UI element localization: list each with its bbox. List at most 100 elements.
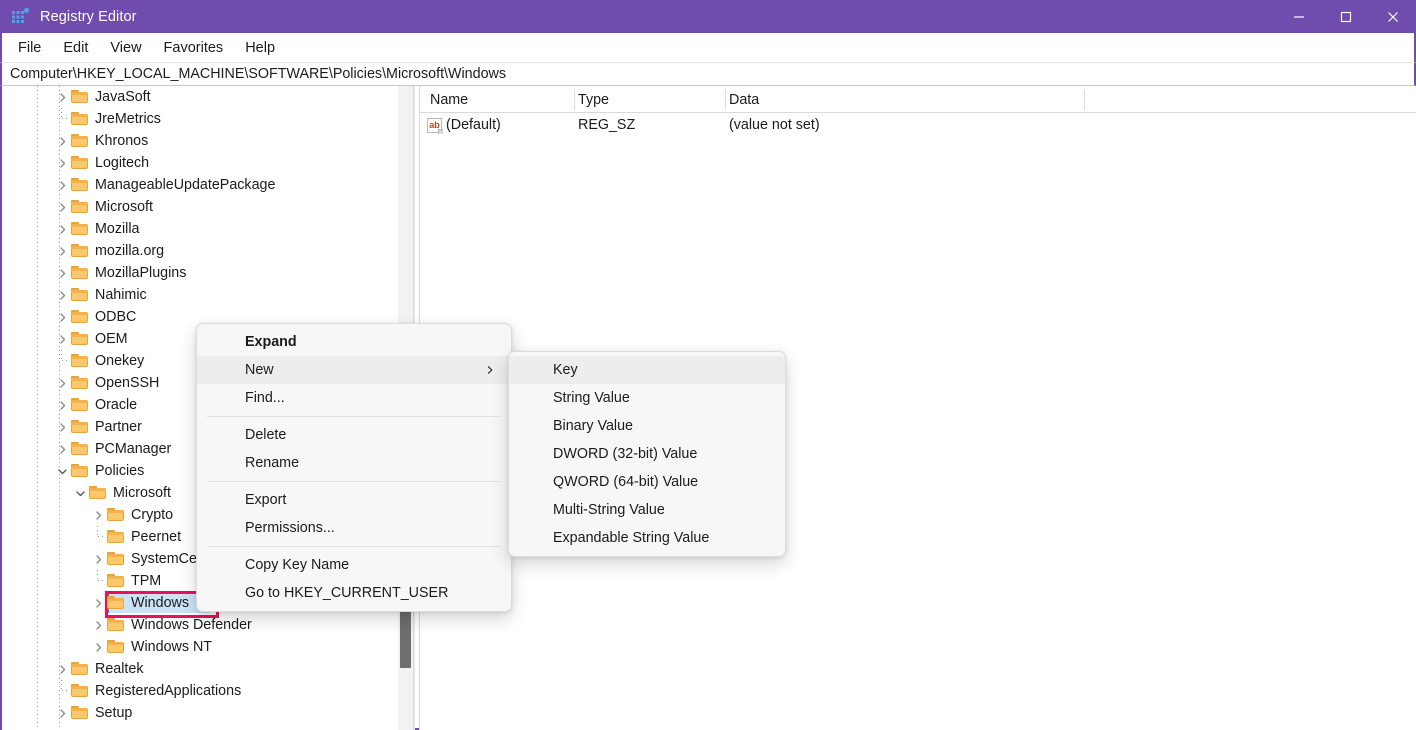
- tree-item[interactable]: JreMetrics: [2, 108, 398, 130]
- chevron-right-icon[interactable]: [54, 416, 70, 438]
- context-menu-item-find[interactable]: Find...: [197, 384, 511, 412]
- value-name-label: (Default): [446, 117, 501, 133]
- context-menu-item-rename[interactable]: Rename: [197, 449, 511, 477]
- address-input[interactable]: Computer\HKEY_LOCAL_MACHINE\SOFTWARE\Pol…: [10, 66, 506, 82]
- tree-item-label: TPM: [131, 573, 162, 589]
- column-divider[interactable]: [574, 89, 575, 110]
- tree-item-label: Windows NT: [131, 639, 213, 655]
- maximize-icon[interactable]: [1322, 0, 1369, 33]
- chevron-down-icon[interactable]: [72, 482, 88, 504]
- menu-separator: [207, 546, 501, 547]
- menu-separator: [207, 481, 501, 482]
- column-header-row: Name Type Data: [420, 86, 1416, 113]
- chevron-right-icon[interactable]: [54, 702, 70, 724]
- value-type-cell: REG_SZ: [578, 117, 636, 133]
- tree-item[interactable]: Mozilla: [2, 218, 398, 240]
- context-menu-item-expand[interactable]: Expand: [197, 328, 511, 356]
- menu-item-view[interactable]: View: [101, 37, 150, 59]
- context-menu-item-go-to-hkey-current-user[interactable]: Go to HKEY_CURRENT_USER: [197, 579, 511, 607]
- column-divider[interactable]: [1084, 89, 1085, 110]
- chevron-right-icon[interactable]: [90, 636, 106, 658]
- folder-icon: [70, 306, 90, 328]
- chevron-right-icon[interactable]: [90, 614, 106, 636]
- registry-editor-icon: [11, 7, 29, 26]
- folder-icon: [70, 328, 90, 350]
- tree-item-label: Windows Defender: [131, 617, 252, 633]
- tree-item-label: Nahimic: [95, 287, 147, 303]
- column-header-name[interactable]: Name: [430, 86, 468, 113]
- chevron-right-icon[interactable]: [54, 218, 70, 240]
- menu-item-favorites[interactable]: Favorites: [155, 37, 233, 59]
- tree-item[interactable]: Realtek: [2, 658, 398, 680]
- string-value-icon: ab: [427, 117, 443, 134]
- tree-item[interactable]: Windows NT: [2, 636, 398, 658]
- chevron-right-icon[interactable]: [54, 174, 70, 196]
- chevron-right-icon[interactable]: [90, 504, 106, 526]
- folder-icon: [70, 658, 90, 680]
- chevron-right-icon[interactable]: [54, 658, 70, 680]
- context-menu-item-copy-key-name[interactable]: Copy Key Name: [197, 551, 511, 579]
- chevron-right-icon[interactable]: [90, 548, 106, 570]
- tree-item[interactable]: MozillaPlugins: [2, 262, 398, 284]
- tree-item-label: Microsoft: [113, 485, 171, 501]
- value-data-cell: (value not set): [729, 117, 820, 133]
- tree-scrollbar-thumb[interactable]: [400, 610, 411, 668]
- close-icon[interactable]: [1369, 0, 1416, 33]
- menu-item-edit[interactable]: Edit: [54, 37, 97, 59]
- chevron-right-icon[interactable]: [54, 240, 70, 262]
- chevron-right-icon[interactable]: [54, 328, 70, 350]
- column-divider[interactable]: [725, 89, 726, 110]
- chevron-right-icon[interactable]: [54, 262, 70, 284]
- chevron-right-icon[interactable]: [54, 196, 70, 218]
- context-menu-item-label: Delete: [245, 427, 287, 443]
- tree-item[interactable]: ManageableUpdatePackage: [2, 174, 398, 196]
- folder-icon: [70, 702, 90, 724]
- context-menu-item-delete[interactable]: Delete: [197, 421, 511, 449]
- tree-connector: [90, 570, 106, 592]
- chevron-right-icon[interactable]: [54, 372, 70, 394]
- context-menu-item-export[interactable]: Export: [197, 486, 511, 514]
- chevron-right-icon[interactable]: [54, 86, 70, 108]
- tree-item[interactable]: Windows Defender: [2, 614, 398, 636]
- chevron-right-icon[interactable]: [54, 152, 70, 174]
- submenu-item-multi-string-value[interactable]: Multi-String Value: [509, 496, 785, 524]
- chevron-right-icon[interactable]: [54, 306, 70, 328]
- chevron-right-icon[interactable]: [54, 130, 70, 152]
- tree-item-label: Windows: [131, 595, 189, 611]
- submenu-item-string-value[interactable]: String Value: [509, 384, 785, 412]
- chevron-right-icon[interactable]: [54, 438, 70, 460]
- chevron-right-icon[interactable]: [90, 592, 106, 614]
- tree-item-label: Setup: [95, 705, 133, 721]
- minimize-icon[interactable]: [1275, 0, 1322, 33]
- submenu-item-expandable-string-value[interactable]: Expandable String Value: [509, 524, 785, 552]
- context-menu-item-permissions[interactable]: Permissions...: [197, 514, 511, 542]
- value-name-cell[interactable]: ab (Default): [427, 117, 501, 134]
- menu-item-file[interactable]: File: [9, 37, 50, 59]
- submenu-item-qword-64-bit-value[interactable]: QWORD (64-bit) Value: [509, 468, 785, 496]
- tree-item[interactable]: Microsoft: [2, 196, 398, 218]
- tree-item[interactable]: Logitech: [2, 152, 398, 174]
- submenu-item-key[interactable]: Key: [509, 356, 785, 384]
- tree-connector: [54, 108, 70, 130]
- tree-item[interactable]: JavaSoft: [2, 86, 398, 108]
- context-menu-item-label: Copy Key Name: [245, 557, 350, 573]
- menu-item-help[interactable]: Help: [236, 37, 284, 59]
- tree-item[interactable]: Khronos: [2, 130, 398, 152]
- tree-item-label: Mozilla: [95, 221, 140, 237]
- chevron-down-icon[interactable]: [54, 460, 70, 482]
- column-header-type[interactable]: Type: [578, 86, 609, 113]
- tree-item[interactable]: Nahimic: [2, 284, 398, 306]
- submenu-item-dword-32-bit-value[interactable]: DWORD (32-bit) Value: [509, 440, 785, 468]
- context-menu-item-new[interactable]: New: [197, 356, 511, 384]
- context-menu-item-label: Permissions...: [245, 520, 335, 536]
- address-bar[interactable]: Computer\HKEY_LOCAL_MACHINE\SOFTWARE\Pol…: [0, 62, 1416, 86]
- chevron-right-icon[interactable]: [54, 284, 70, 306]
- chevron-right-icon[interactable]: [54, 394, 70, 416]
- column-header-data[interactable]: Data: [729, 86, 759, 113]
- tree-item[interactable]: RegisteredApplications: [2, 680, 398, 702]
- tree-item[interactable]: mozilla.org: [2, 240, 398, 262]
- folder-icon: [106, 504, 126, 526]
- tree-item[interactable]: Setup: [2, 702, 398, 724]
- table-row[interactable]: ab (Default) REG_SZ (value not set): [420, 113, 1416, 137]
- submenu-item-binary-value[interactable]: Binary Value: [509, 412, 785, 440]
